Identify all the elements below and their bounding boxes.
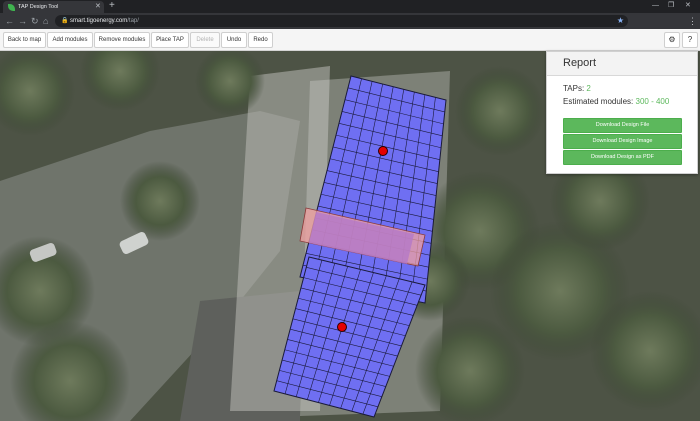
lock-icon: 🔒 xyxy=(61,18,69,24)
tab-close-icon[interactable]: ✕ xyxy=(95,2,101,12)
address-bar[interactable]: 🔒 smart.tigoenergy.com/tap/ ★ xyxy=(55,15,628,27)
download-design-pdf-button[interactable]: Download Design as PDF xyxy=(563,150,682,165)
tap-marker[interactable] xyxy=(337,322,347,332)
estimated-modules: Estimated modules: 300 - 400 xyxy=(563,97,670,106)
bookmark-star-icon[interactable]: ★ xyxy=(617,15,624,27)
report-panel: Report TAPs: 2 Estimated modules: 300 - … xyxy=(546,51,698,174)
new-tab-button[interactable]: + xyxy=(109,0,115,12)
delete-button[interactable]: Delete xyxy=(190,32,220,48)
help-icon[interactable]: ? xyxy=(682,32,698,48)
taps-count: TAPs: 2 xyxy=(563,84,591,93)
browser-tab[interactable]: TAP Design Tool ✕ xyxy=(3,1,104,13)
undo-button[interactable]: Undo xyxy=(221,32,247,48)
close-window-icon[interactable]: ✕ xyxy=(685,0,691,12)
tap-marker[interactable] xyxy=(378,146,388,156)
home-icon[interactable]: ⌂ xyxy=(43,15,48,27)
download-design-image-button[interactable]: Download Design Image xyxy=(563,134,682,149)
remove-modules-button[interactable]: Remove modules xyxy=(94,32,150,48)
back-arrow-icon[interactable]: ← xyxy=(5,15,14,27)
gear-icon[interactable]: ⚙ xyxy=(664,32,680,48)
minimize-icon[interactable]: — xyxy=(652,0,659,12)
tab-title: TAP Design Tool xyxy=(18,4,59,10)
back-to-map-button[interactable]: Back to map xyxy=(3,32,46,48)
reload-icon[interactable]: ↻ xyxy=(31,15,39,27)
browser-tab-strip: TAP Design Tool ✕ + — ❐ ✕ xyxy=(0,0,700,13)
design-toolbar: Back to map Add modules Remove modules P… xyxy=(0,29,700,51)
download-design-file-button[interactable]: Download Design File xyxy=(563,118,682,133)
redo-button[interactable]: Redo xyxy=(248,32,273,48)
report-title: Report xyxy=(563,57,597,69)
browser-toolbar: ← → ↻ ⌂ 🔒 smart.tigoenergy.com/tap/ ★ ⋮ xyxy=(0,13,700,29)
maximize-icon[interactable]: ❐ xyxy=(668,0,674,12)
browser-menu-icon[interactable]: ⋮ xyxy=(688,15,697,27)
url-text: smart.tigoenergy.com/tap/ xyxy=(70,18,139,24)
forward-arrow-icon[interactable]: → xyxy=(18,15,27,27)
report-header: Report xyxy=(547,52,697,76)
place-tap-button[interactable]: Place TAP xyxy=(151,32,189,48)
add-modules-button[interactable]: Add modules xyxy=(47,32,93,48)
leaf-icon xyxy=(8,4,15,11)
